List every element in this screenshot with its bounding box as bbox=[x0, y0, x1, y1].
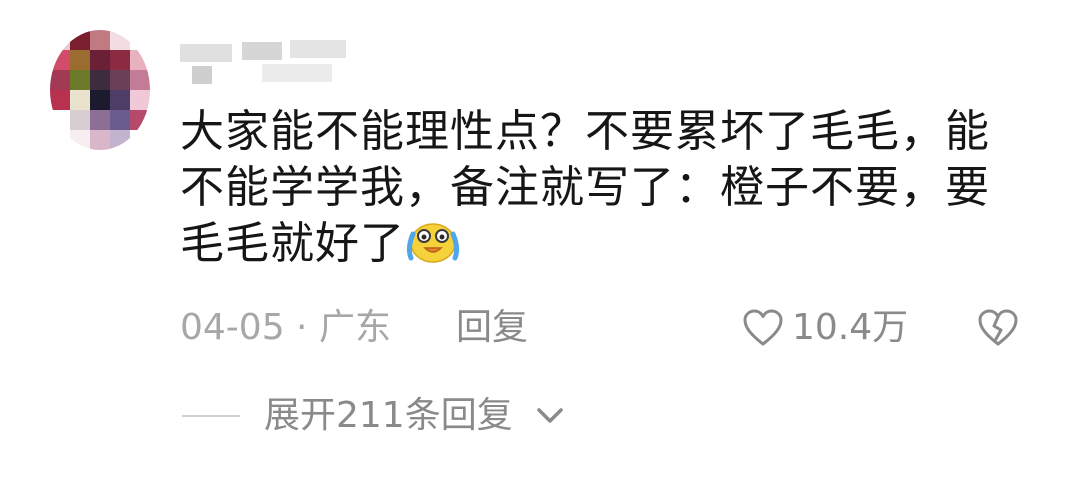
username-blurred[interactable] bbox=[170, 38, 360, 84]
expand-replies-button[interactable]: 展开211条回复 bbox=[264, 394, 513, 438]
comment-body: 大家能不能理性点？不要累坏了毛毛，能不能学学我，备注就写了：橙子不要，要毛毛就好… bbox=[180, 106, 990, 269]
like-count: 10.4万 bbox=[792, 307, 909, 348]
chevron-down-icon[interactable] bbox=[534, 402, 566, 428]
heart-outline-icon[interactable] bbox=[742, 308, 784, 348]
comment-date-location: 04-05 · 广东 bbox=[180, 307, 391, 348]
laughing-crying-emoji-icon bbox=[405, 216, 461, 264]
broken-heart-icon[interactable] bbox=[976, 308, 1020, 348]
divider bbox=[182, 415, 240, 417]
reply-button[interactable]: 回复 bbox=[456, 306, 528, 350]
avatar[interactable] bbox=[50, 30, 150, 150]
comment-text: 大家能不能理性点？不要累坏了毛毛，能不能学学我，备注就写了：橙子不要，要毛毛就好… bbox=[180, 104, 1000, 272]
